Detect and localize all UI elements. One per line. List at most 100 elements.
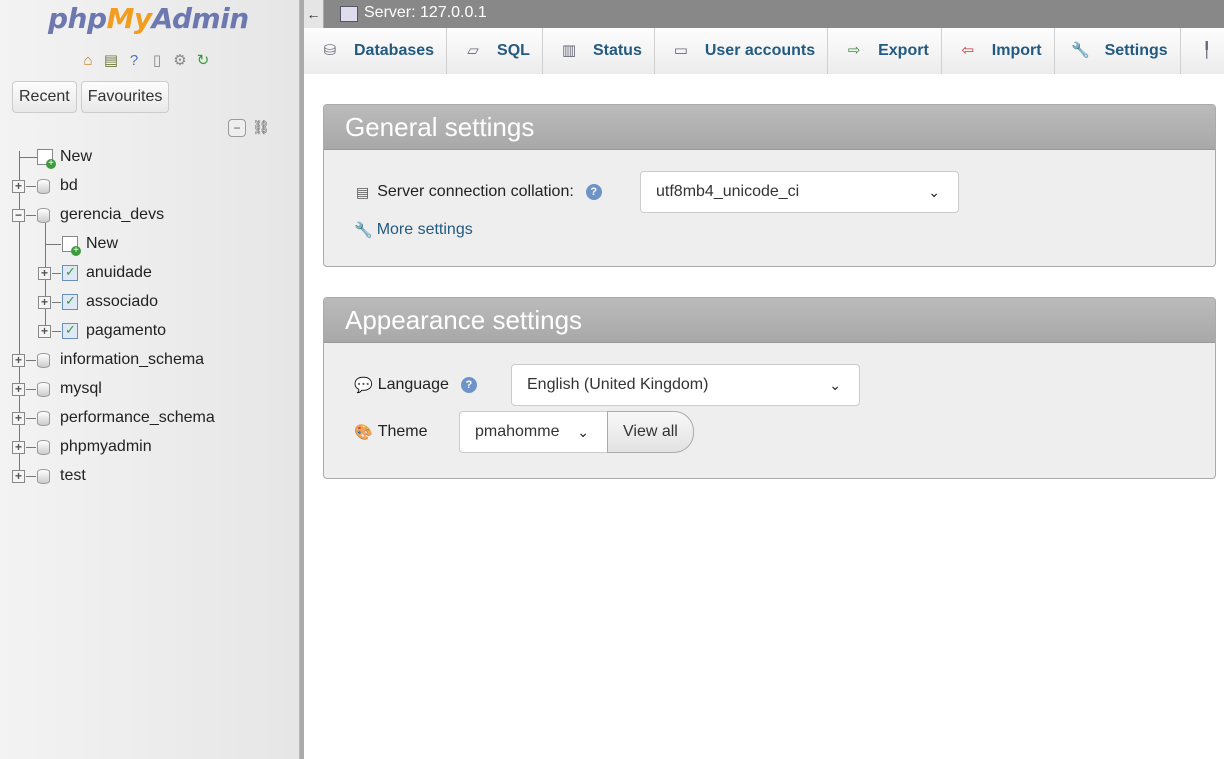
server-icon <box>340 6 358 22</box>
favourites-tab-button[interactable]: Favourites <box>80 81 170 113</box>
help-icon[interactable]: ? <box>585 184 602 200</box>
theme-label: Theme <box>377 423 428 440</box>
wrench-icon: 🔧 <box>354 222 373 239</box>
tab-replication[interactable]: ╿R <box>1180 28 1224 74</box>
link-icon[interactable]: ⛓ <box>252 119 270 137</box>
more-settings-link[interactable]: More settings <box>377 221 473 239</box>
expand-icon[interactable]: + <box>12 412 25 425</box>
tab-sql[interactable]: ▱ SQL <box>447 28 543 74</box>
collation-icon: ▤ <box>356 183 370 200</box>
tree-item-associado[interactable]: + associado <box>0 288 300 317</box>
tree-item-label: associado <box>86 293 159 310</box>
settings-icon[interactable]: ⚙ <box>170 51 190 71</box>
language-icon: 💬 <box>354 377 373 394</box>
tab-databases[interactable]: ⛁ Databases <box>304 28 448 74</box>
new-database-icon <box>37 149 56 169</box>
tree-item-performance-schema[interactable]: + performance_schema <box>0 404 300 433</box>
users-icon: ▭ <box>673 42 688 59</box>
tab-label: User accounts <box>704 42 816 59</box>
chevron-down-icon: ⌄ <box>829 377 841 393</box>
database-icon <box>37 179 50 194</box>
tree-item-label: gerencia_devs <box>60 206 165 223</box>
server-breadcrumb-bar: ← Server: 127.0.0.1 <box>304 0 1224 28</box>
chevron-down-icon: ⌄ <box>577 424 589 440</box>
language-value: English (United Kingdom) <box>527 376 709 393</box>
tree-item-gerencia-devs[interactable]: − gerencia_devs <box>0 201 300 230</box>
replication-icon: ╿ <box>1202 42 1212 59</box>
tab-label: SQL <box>497 42 530 59</box>
main-tab-bar: ⛁ Databases ▱ SQL ▥ Status ▭ User accounts ⇨… <box>304 28 1224 74</box>
export-icon: ⇨ <box>847 42 861 59</box>
collation-select[interactable]: utf8mb4_unicode_ci ⌄ <box>640 171 959 213</box>
expand-icon[interactable]: + <box>38 325 51 338</box>
collation-label: Server connection collation: <box>377 183 574 200</box>
recent-tab-button[interactable]: Recent <box>12 81 77 113</box>
expand-icon[interactable]: + <box>12 441 25 454</box>
logo-text-admin: Admin <box>151 2 250 35</box>
database-icon <box>37 382 50 397</box>
docs-icon[interactable]: ▯ <box>147 51 167 71</box>
logout-icon[interactable]: ▤ <box>101 51 121 71</box>
database-icon <box>37 411 50 426</box>
more-settings-row[interactable]: 🔧 More settings <box>354 221 473 239</box>
expand-icon[interactable]: + <box>12 354 25 367</box>
expand-icon[interactable]: + <box>12 383 25 396</box>
expand-icon[interactable]: + <box>38 296 51 309</box>
tree-item-new[interactable]: New <box>0 143 300 172</box>
tab-label: Settings <box>1104 42 1168 59</box>
database-icon <box>37 208 50 223</box>
tree-item-label: pagamento <box>86 322 167 339</box>
language-select[interactable]: English (United Kingdom) ⌄ <box>511 364 860 406</box>
expand-icon[interactable]: + <box>38 267 51 280</box>
tab-import[interactable]: ⇦ Import <box>941 28 1055 74</box>
collapse-icon[interactable]: − <box>12 209 25 222</box>
theme-value: pmahomme <box>475 423 560 440</box>
panel-title: Appearance settings <box>324 298 1215 343</box>
view-all-themes-button[interactable]: View all <box>607 411 694 453</box>
tree-item-label: New <box>60 148 93 165</box>
status-icon: ▥ <box>561 42 577 59</box>
tree-item-phpmyadmin[interactable]: + phpmyadmin <box>0 433 300 462</box>
navigation-panel: phpMyAdmin ⌂ ▤ ? ▯ ⚙ ↻ Recent Favourites… <box>0 0 300 759</box>
reload-icon[interactable]: ↻ <box>193 51 213 71</box>
expand-icon[interactable]: + <box>12 470 25 483</box>
tab-status[interactable]: ▥ Status <box>542 28 655 74</box>
collapse-all-icon[interactable]: − <box>228 119 246 137</box>
tree-item-label: performance_schema <box>60 409 215 426</box>
help-icon[interactable]: ? <box>124 51 144 71</box>
sidebar-resize-handle[interactable] <box>300 0 304 759</box>
tab-settings[interactable]: 🔧 Settings <box>1054 28 1181 74</box>
tree-item-test[interactable]: + test <box>0 462 300 491</box>
collapse-sidebar-button[interactable]: ← <box>304 0 324 28</box>
tree-item-label: information_schema <box>60 351 205 368</box>
tree-item-bd[interactable]: + bd <box>0 172 300 201</box>
server-breadcrumb[interactable]: Server: 127.0.0.1 <box>364 4 487 22</box>
database-icon: ⛁ <box>323 42 337 59</box>
expand-icon[interactable]: + <box>12 180 25 193</box>
tree-item-label: bd <box>60 177 78 194</box>
tree-item-label: New <box>86 235 119 252</box>
import-icon: ⇦ <box>961 42 975 59</box>
help-icon[interactable]: ? <box>460 377 477 393</box>
collation-label-row: ▤ Server connection collation: ? <box>356 183 602 201</box>
tab-label: Status <box>592 42 642 59</box>
database-tree: New + bd − gerencia_devs New + anuidade … <box>0 143 300 491</box>
tab-label: Export <box>878 42 929 59</box>
tree-item-new-table[interactable]: New <box>0 230 300 259</box>
theme-select[interactable]: pmahomme ⌄ <box>459 411 608 453</box>
general-settings-panel: General settings ▤ Server connection col… <box>323 104 1216 267</box>
tree-item-label: phpmyadmin <box>60 438 152 455</box>
phpmyadmin-logo[interactable]: phpMyAdmin <box>48 2 249 35</box>
tree-item-information-schema[interactable]: + information_schema <box>0 346 300 375</box>
appearance-settings-panel: Appearance settings 💬 Language ? English… <box>323 297 1216 479</box>
nav-icon-bar: ⌂ ▤ ? ▯ ⚙ ↻ <box>78 51 213 71</box>
tree-item-pagamento[interactable]: + pagamento <box>0 317 300 346</box>
tree-item-anuidade[interactable]: + anuidade <box>0 259 300 288</box>
table-icon <box>62 264 78 281</box>
logo-text-php: php <box>48 2 107 35</box>
tab-export[interactable]: ⇨ Export <box>828 28 942 74</box>
tab-user-accounts[interactable]: ▭ User accounts <box>654 28 829 74</box>
tree-item-label: test <box>60 467 86 484</box>
tree-item-mysql[interactable]: + mysql <box>0 375 300 404</box>
home-icon[interactable]: ⌂ <box>78 51 98 71</box>
